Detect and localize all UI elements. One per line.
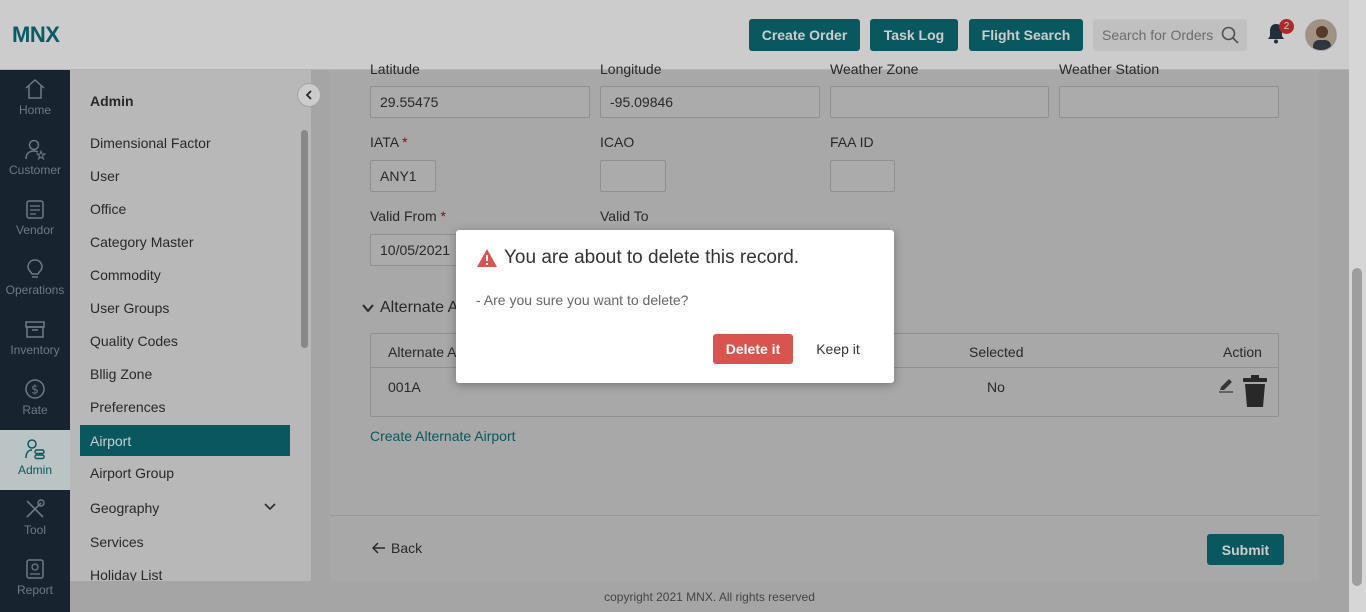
delete-it-button[interactable]: Delete it: [713, 334, 793, 364]
dialog-title: You are about to delete this record.: [476, 247, 799, 269]
scrollbar-thumb[interactable]: [1352, 268, 1362, 586]
keep-it-button[interactable]: Keep it: [808, 334, 868, 364]
delete-confirm-dialog: You are about to delete this record. - A…: [456, 230, 894, 383]
page-scrollbar[interactable]: [1349, 0, 1366, 612]
dialog-message: - Are you sure you want to delete?: [476, 292, 689, 308]
warning-icon: [477, 249, 497, 267]
